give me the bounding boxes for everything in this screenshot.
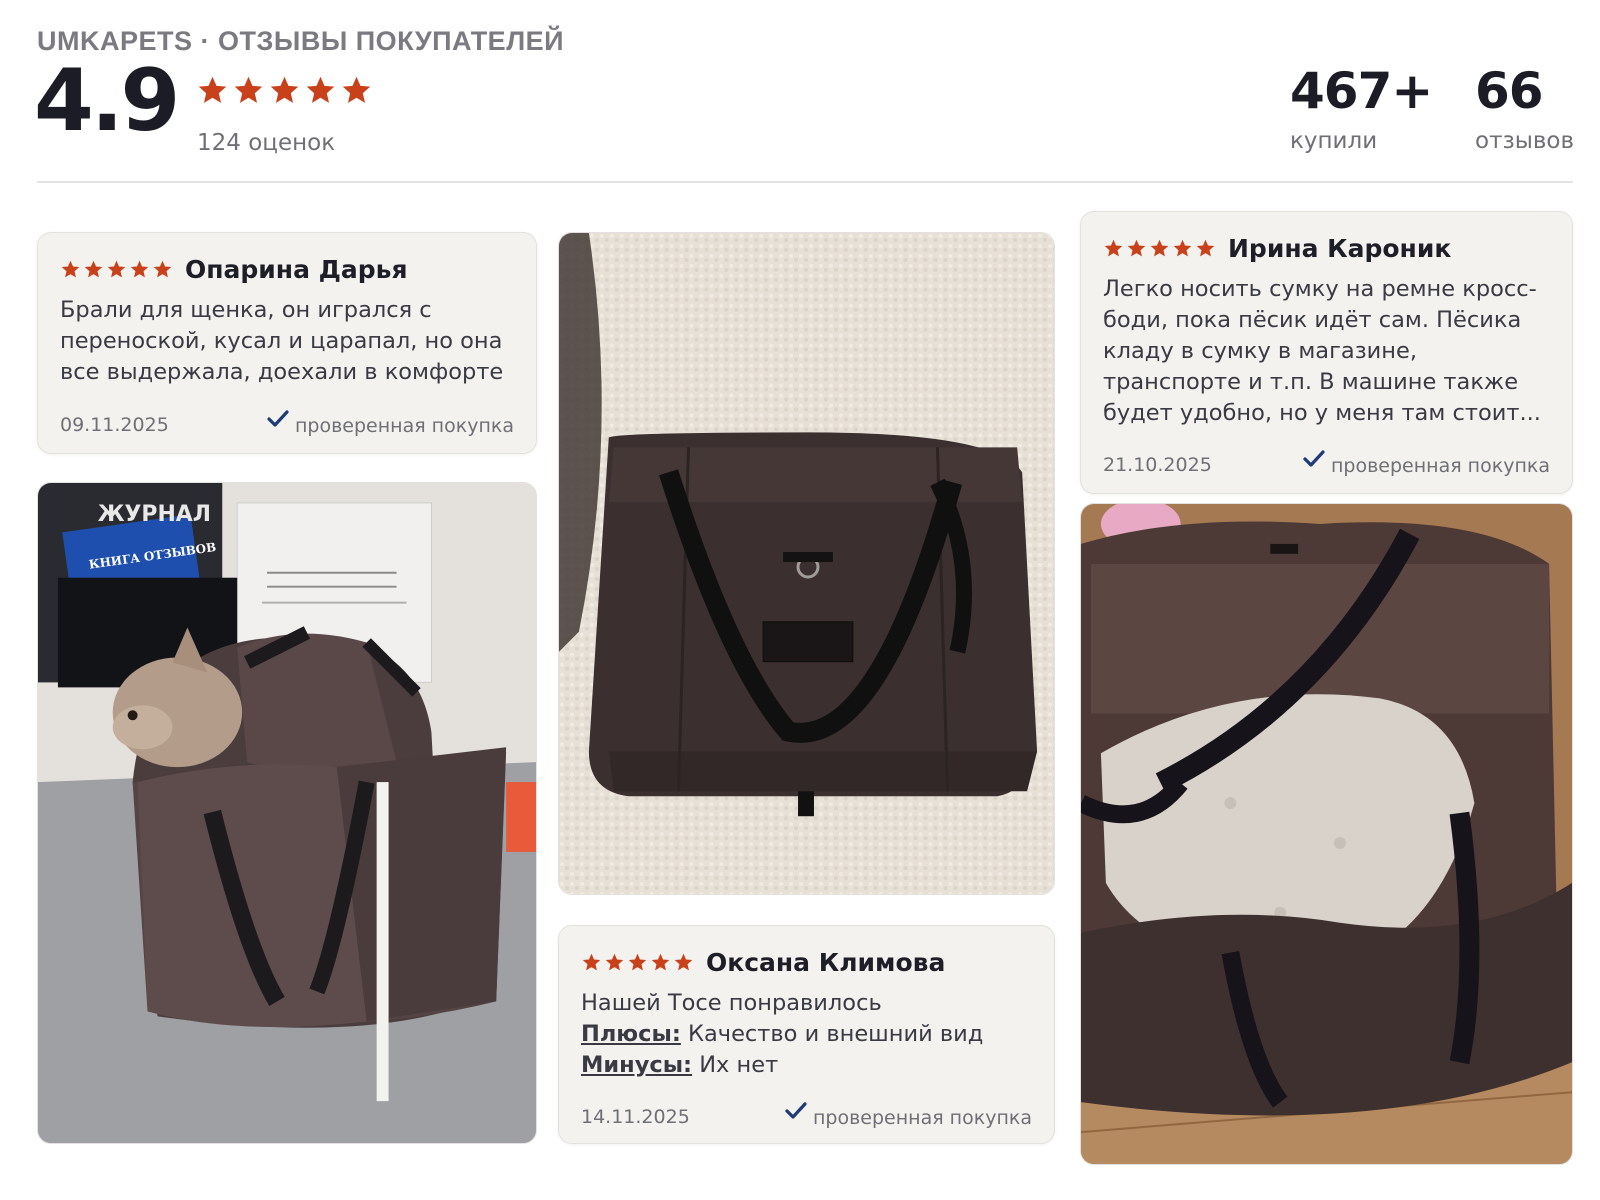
review-header: Оксана Климова: [581, 948, 945, 977]
overall-stars: [196, 74, 373, 107]
star-icon: [306, 76, 335, 103]
ratings-count: 124 оценок: [197, 130, 336, 156]
star-icon: [234, 76, 263, 103]
star-icon: [605, 953, 624, 971]
carrier-rug-image: [559, 233, 1054, 894]
review-header: Ирина Кароник: [1103, 234, 1451, 263]
review-text: Нашей Тосе понравилось Плюсы: Качество и…: [581, 988, 1036, 1081]
star-icon: [674, 953, 693, 971]
star-icon: [1173, 239, 1192, 257]
review-cons: Минусы: Их нет: [581, 1050, 1036, 1081]
checkmark-icon-svg: [1303, 450, 1325, 467]
review-author: Опарина Дарья: [185, 255, 408, 284]
star-icon: [1150, 239, 1169, 257]
checkmark-icon: [1303, 449, 1325, 477]
review-date: 21.10.2025: [1103, 454, 1212, 476]
verified-label: проверенная покупка: [294, 415, 514, 437]
review-header: Опарина Дарья: [60, 255, 408, 284]
star-icon: [1127, 239, 1146, 257]
checkmark-icon-svg: [785, 1102, 807, 1119]
review-text: Легко носить сумку на ремне кросс-боди, …: [1103, 276, 1541, 426]
review-card-oparina[interactable]: Опарина Дарья Брали для щенка, он игралс…: [37, 232, 537, 454]
review-text-main: Нашей Тосе понравилось: [581, 990, 882, 1016]
verified-purchase: проверенная покупка: [785, 1101, 1032, 1129]
star-icon: [61, 260, 80, 278]
stat-reviews: 66 отзывов: [1475, 66, 1574, 154]
dog-carrier-image: КНИГА ОТЗЫВОВ ЖУРНАЛ: [38, 483, 536, 1143]
review-date: 14.11.2025: [581, 1106, 690, 1128]
star-icon: [651, 953, 670, 971]
cons-label: Минусы:: [581, 1052, 693, 1078]
carrier-interior-image: [1081, 504, 1572, 1164]
verified-purchase: проверенная покупка: [1303, 449, 1550, 477]
checkmark-icon-svg: [267, 410, 289, 427]
star-icon: [1104, 239, 1123, 257]
star-icon: [198, 76, 227, 103]
overall-rating: 4.9: [34, 51, 180, 151]
review-author: Оксана Климова: [706, 948, 946, 977]
star-icon: [582, 953, 601, 971]
cons-text: Их нет: [699, 1052, 779, 1078]
stat-buyers: 467+ купили: [1290, 62, 1433, 154]
star-icon: [130, 260, 149, 278]
review-card-karonik[interactable]: Ирина Кароник Легко носить сумку на ремн…: [1080, 211, 1573, 494]
stat-buyers-label: купили: [1290, 128, 1378, 154]
verified-label: проверенная покупка: [1330, 455, 1550, 477]
pros-text: Качество и внешний вид: [688, 1021, 984, 1047]
star-icon: [270, 76, 299, 103]
sign-text: ЖУРНАЛ: [98, 502, 211, 527]
verified-purchase: проверенная покупка: [267, 409, 514, 437]
checkmark-icon: [785, 1101, 807, 1129]
review-stars: [60, 259, 173, 280]
star-icon: [1196, 239, 1215, 257]
review-card-klimova[interactable]: Оксана Климова Нашей Тосе понравилось Пл…: [558, 925, 1055, 1144]
pros-label: Плюсы:: [581, 1021, 681, 1047]
checkmark-icon: [267, 409, 289, 437]
star-icon: [342, 76, 371, 103]
review-photo-dog-in-carrier[interactable]: КНИГА ОТЗЫВОВ ЖУРНАЛ: [37, 482, 537, 1144]
review-author: Ирина Кароник: [1228, 234, 1452, 263]
review-photo-carrier-on-rug[interactable]: [558, 232, 1055, 895]
review-stars: [581, 952, 694, 973]
review-photo-carrier-interior[interactable]: [1080, 503, 1573, 1165]
review-stars: [1103, 238, 1216, 259]
star-icon: [84, 260, 103, 278]
header-divider: [37, 181, 1573, 183]
stat-buyers-value: 467+: [1290, 62, 1433, 120]
star-icon: [628, 953, 647, 971]
star-icon: [107, 260, 126, 278]
review-text: Брали для щенка, он игрался с переноской…: [60, 297, 504, 385]
stat-reviews-label: отзывов: [1475, 128, 1575, 154]
review-pros: Плюсы: Качество и внешний вид: [581, 1019, 1036, 1050]
review-date: 09.11.2025: [60, 414, 169, 436]
stat-reviews-value: 66: [1475, 62, 1544, 120]
star-icon: [153, 260, 172, 278]
verified-label: проверенная покупка: [812, 1107, 1032, 1129]
